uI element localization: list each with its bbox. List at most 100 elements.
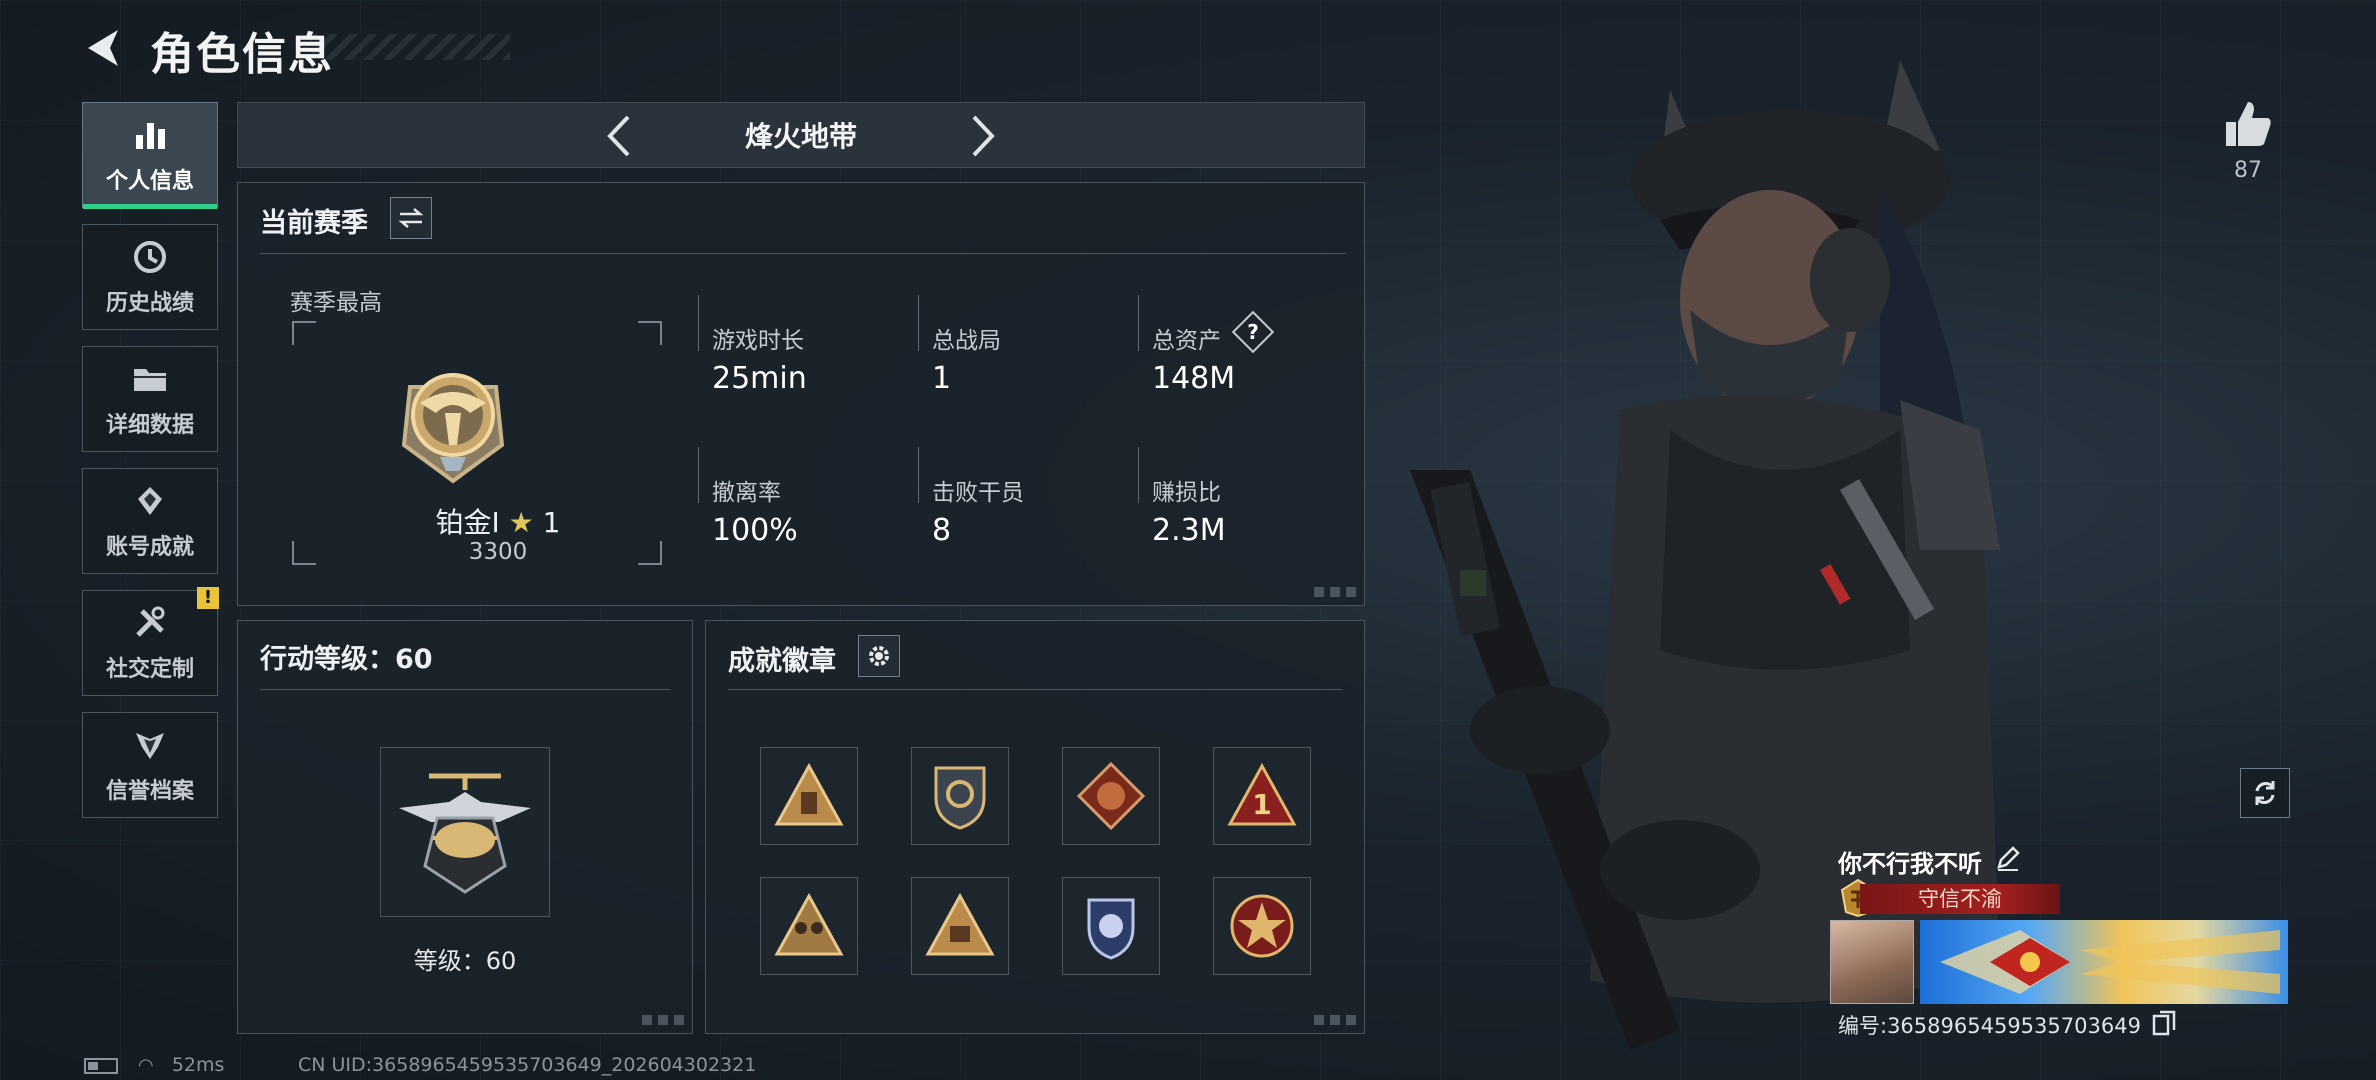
sidebar-item-label: 账号成就	[105, 535, 194, 560]
panel-decoration	[642, 1015, 684, 1025]
season-panel: 当前赛季 赛季最高 铂金Ⅰ ★ 1 3300 游戏时长 25min 总战局 1 …	[237, 182, 1365, 606]
stat-label: 赚损比	[1152, 480, 1221, 506]
divider	[260, 253, 1346, 254]
clock-history-icon	[134, 241, 166, 273]
edit-pencil-icon[interactable]	[1994, 844, 2022, 872]
stat-separator	[698, 295, 699, 351]
season-switch-button[interactable]	[390, 197, 432, 239]
achievement-badge[interactable]	[911, 877, 1009, 975]
achievement-badge[interactable]	[1213, 877, 1311, 975]
stat-label: 总战局	[932, 328, 1001, 354]
sidebar-item-history[interactable]: 历史战绩	[82, 224, 218, 330]
gear-icon	[869, 646, 889, 666]
frame-corner	[638, 321, 662, 345]
stat-value: 25min	[712, 361, 807, 396]
achievement-badge[interactable]	[760, 877, 858, 975]
sidebar-item-label: 社交定制	[105, 657, 194, 682]
frame-corner	[292, 321, 316, 345]
diamond-medal-icon	[138, 487, 162, 515]
name-card-banner	[1920, 920, 2288, 1004]
shield-wing-icon	[136, 733, 164, 759]
avatar[interactable]	[1830, 920, 1914, 1004]
copy-icon[interactable]	[2152, 1010, 2176, 1036]
stat-value: 1	[932, 361, 952, 396]
level-text: 等级：60	[413, 947, 517, 975]
sidebar-item-details[interactable]: 详细数据	[82, 346, 218, 452]
jeweled-crest-icon	[1940, 930, 2280, 994]
battery-icon	[84, 1057, 118, 1074]
divider	[260, 689, 670, 690]
sidebar-item-profile[interactable]: 个人信息	[82, 102, 218, 209]
back-arrow-icon[interactable]	[80, 24, 126, 72]
stat-value: 148M	[1152, 361, 1236, 396]
help-mark: ?	[1247, 320, 1259, 344]
sidebar-item-label: 历史战绩	[105, 291, 194, 316]
rank-line: 铂金Ⅰ ★ 1	[398, 501, 598, 541]
action-level-title: 行动等级：60	[260, 644, 433, 675]
sidebar-item-social[interactable]: 社交定制 !	[82, 587, 219, 696]
number-one-badge-icon: 1	[1227, 762, 1297, 826]
badges-title: 成就徽章	[728, 646, 836, 677]
platinum-eagle-rank-icon	[401, 373, 505, 484]
page-title: 角色信息	[150, 29, 334, 80]
sidebar-item-achievements[interactable]: 账号成就	[82, 468, 218, 574]
tools-icon	[136, 606, 165, 637]
shield-target-badge-icon	[934, 766, 986, 830]
wifi-icon: ◠	[138, 1055, 154, 1076]
rank-name: 铂金Ⅰ	[435, 506, 500, 539]
mode-selector: 烽火地带	[237, 102, 1365, 168]
swap-icon	[398, 208, 424, 228]
soldiers-badge-icon	[774, 892, 844, 956]
helicopter-level-icon	[399, 773, 531, 894]
bar-chart-icon	[136, 123, 165, 149]
achievement-badge[interactable]	[1062, 877, 1160, 975]
achievement-badge[interactable]: 1	[1213, 747, 1311, 845]
achievement-badge[interactable]	[911, 747, 1009, 845]
chest-badge-icon	[925, 892, 995, 956]
rank-points: 3300	[468, 539, 528, 565]
status-bar: ◠ 52ms	[84, 1054, 224, 1076]
dragon-badge-icon	[1076, 761, 1146, 831]
stat-label: 游戏时长	[712, 328, 804, 354]
chevron-right-icon[interactable]	[962, 111, 1002, 161]
stat-separator	[698, 447, 699, 503]
level-emblem-frame	[380, 747, 550, 917]
action-level-panel: 行动等级：60 等级：60	[237, 620, 693, 1034]
police-shield-badge-icon	[1087, 898, 1135, 960]
mode-name: 烽火地带	[744, 120, 857, 153]
badges-panel: 成就徽章 1	[705, 620, 1365, 1034]
rank-stars: 1	[542, 506, 561, 539]
title-decoration	[310, 34, 510, 60]
stat-value: 100%	[712, 513, 798, 548]
badge-settings-button[interactable]	[858, 635, 900, 677]
refresh-icon	[2255, 781, 2275, 805]
sidebar-item-label: 详细数据	[105, 413, 194, 438]
stat-separator	[918, 295, 919, 351]
warning-badge: !	[197, 587, 219, 609]
rotate-model-button[interactable]	[2240, 768, 2290, 818]
season-title: 当前赛季	[260, 208, 368, 239]
divider	[728, 689, 1342, 690]
achievement-badge[interactable]	[1062, 747, 1160, 845]
stat-value: 2.3M	[1152, 513, 1226, 548]
thumbs-up-icon[interactable]	[2220, 96, 2276, 152]
stat-value: 8	[932, 513, 952, 548]
player-name: 你不行我不听	[1838, 850, 1982, 878]
folder-icon	[134, 369, 166, 391]
sidebar-item-label: 个人信息	[105, 169, 194, 194]
sidebar-item-label: 信誉档案	[105, 779, 194, 804]
frame-corner	[638, 541, 662, 565]
footer-uid: CN UID:3658965459535703649_202604302321	[298, 1054, 757, 1076]
stat-separator	[1138, 295, 1139, 351]
stat-separator	[918, 447, 919, 503]
stat-label: 击败干员	[932, 480, 1024, 506]
skull-star-badge-icon	[1230, 894, 1294, 958]
frame-corner	[292, 541, 316, 565]
stat-label: 总资产	[1152, 328, 1221, 354]
star-icon: ★	[508, 506, 534, 539]
player-uid: 编号:3658965459535703649	[1838, 1014, 2141, 1038]
season-best-label: 赛季最高	[290, 290, 382, 316]
achievement-badge[interactable]	[760, 747, 858, 845]
stat-separator	[1138, 447, 1139, 503]
sidebar-item-reputation[interactable]: 信誉档案	[82, 712, 218, 818]
